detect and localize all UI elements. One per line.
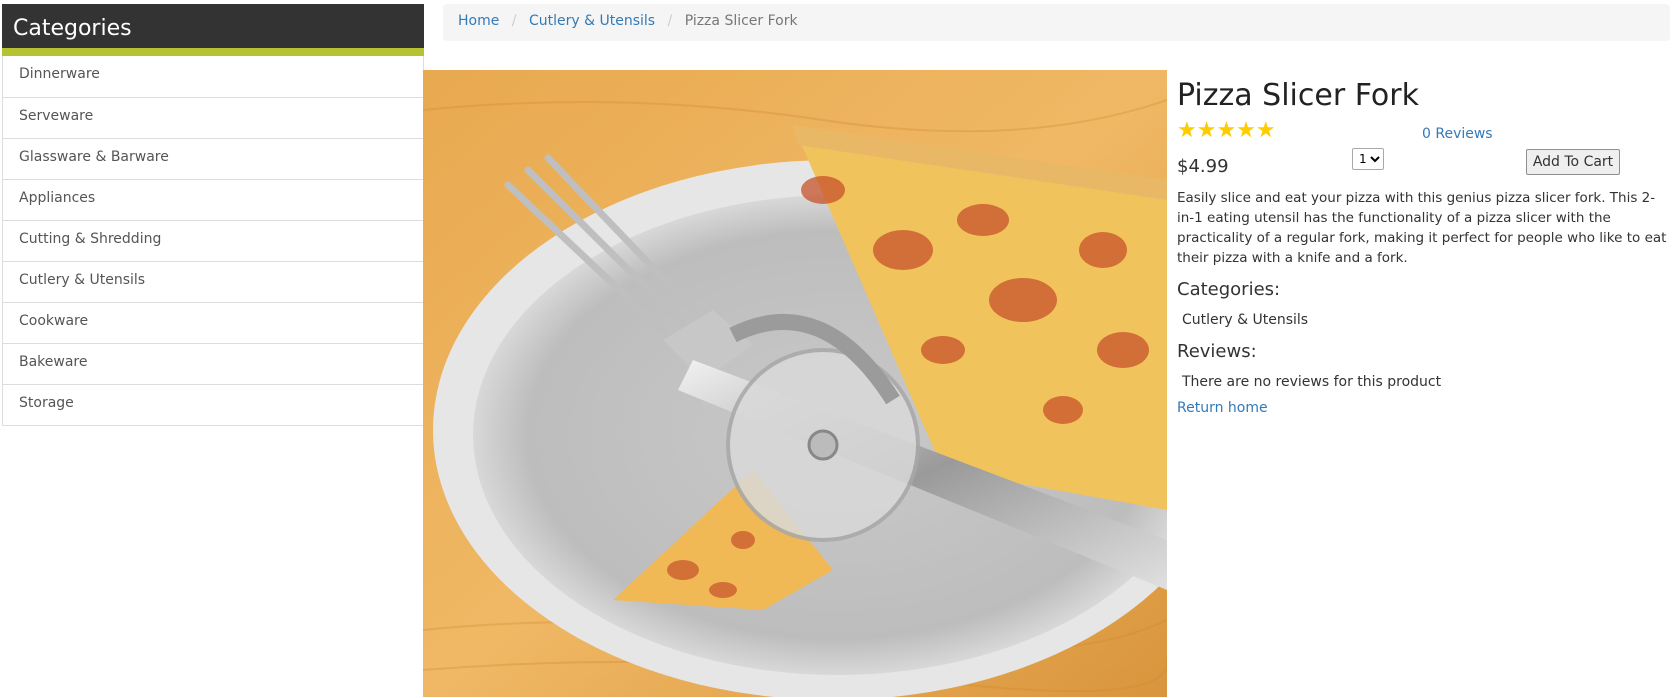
breadcrumb: Home / Cutlery & Utensils / Pizza Slicer… [443,4,1670,41]
rating-row: ★★★★★ 0 Reviews [1177,114,1670,148]
category-item-cutlery-utensils[interactable]: Cutlery & Utensils [3,261,423,302]
breadcrumb-current: Pizza Slicer Fork [684,13,798,29]
product-detail: Pizza Slicer Fork ★★★★★ 0 Reviews $4.99 … [1177,70,1670,416]
price-row: $4.99 1 Add To Cart [1177,148,1670,184]
category-item-glassware-barware[interactable]: Glassware & Barware [3,138,423,179]
category-header: Categories [2,4,424,56]
category-item-cookware[interactable]: Cookware [3,302,423,343]
add-to-cart-button[interactable]: Add To Cart [1526,149,1620,175]
category-item-dinnerware[interactable]: Dinnerware [3,56,423,97]
category-item-serveware[interactable]: Serveware [3,97,423,138]
breadcrumb-separator: / [511,13,517,29]
categories-label: Categories: [1177,279,1281,300]
product-image [423,70,1167,697]
return-home-link[interactable]: Return home [1177,400,1268,416]
product-title: Pizza Slicer Fork [1177,78,1419,113]
star-rating-icon: ★★★★★ [1177,118,1276,143]
category-item-cutting-shredding[interactable]: Cutting & Shredding [3,220,423,261]
breadcrumb-home-link[interactable]: Home [458,13,499,29]
category-item-bakeware[interactable]: Bakeware [3,343,423,384]
pizza-fork-illustration [423,70,1167,697]
category-item-appliances[interactable]: Appliances [3,179,423,220]
category-item-storage[interactable]: Storage [3,384,423,425]
product-price: $4.99 [1177,156,1229,177]
quantity-select[interactable]: 1 [1352,148,1384,170]
reviews-link[interactable]: 0 Reviews [1422,126,1493,142]
breadcrumb-category-link[interactable]: Cutlery & Utensils [529,13,655,29]
reviews-value: There are no reviews for this product [1182,374,1442,390]
product-description: Easily slice and eat your pizza with thi… [1177,190,1667,266]
breadcrumb-separator: / [667,13,673,29]
categories-value: Cutlery & Utensils [1182,312,1309,328]
reviews-label: Reviews: [1177,341,1257,362]
category-title: Categories [13,16,132,41]
category-sidebar: Categories Dinnerware Serveware Glasswar… [2,4,424,426]
category-list: Dinnerware Serveware Glassware & Barware… [2,56,424,426]
